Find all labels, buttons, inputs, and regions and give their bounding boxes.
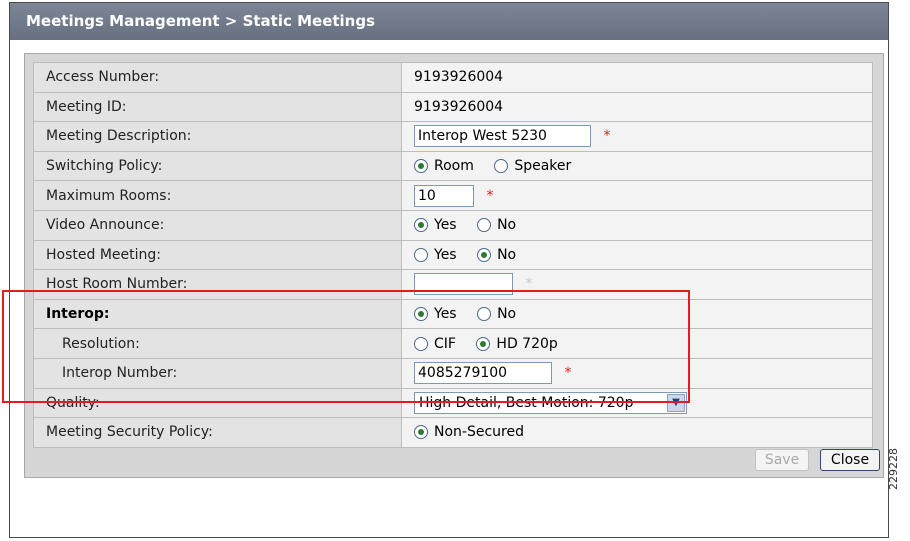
switching-policy-room-option[interactable]: Room <box>414 158 474 174</box>
interop-label: Interop: <box>33 298 402 330</box>
resolution-label: Resolution: <box>33 328 402 359</box>
meeting-id-value: 9193926004 <box>401 91 873 123</box>
meeting-security-policy-label: Meeting Security Policy: <box>33 417 402 448</box>
switching-policy-label: Switching Policy: <box>33 150 402 182</box>
access-number-label: Access Number: <box>33 62 402 93</box>
static-meetings-window: Meetings Management > Static Meetings Ac… <box>9 2 889 538</box>
radio-unselected-icon[interactable] <box>414 336 428 351</box>
meeting-description-input[interactable] <box>414 125 591 148</box>
quality-label: Quality: <box>33 387 402 419</box>
row-quality: Quality: High Detail, Best Motion: 720p … <box>33 387 873 419</box>
row-resolution: Resolution: CIF HD 720p <box>33 328 873 359</box>
row-interop-number: Interop Number: * <box>33 357 873 389</box>
chevron-down-icon[interactable]: ▼ <box>667 393 685 412</box>
resolution-cif-option[interactable]: CIF <box>414 336 456 352</box>
interop-yes-option[interactable]: Yes <box>414 306 457 322</box>
meeting-description-label: Meeting Description: <box>33 121 402 152</box>
row-hosted-meeting: Hosted Meeting: Yes No <box>33 239 873 271</box>
radio-unselected-icon[interactable] <box>477 307 492 322</box>
meeting-form-table: Access Number: 9193926004 Meeting ID: 91… <box>33 62 873 448</box>
radio-unselected-icon[interactable] <box>494 159 509 174</box>
required-marker: * <box>603 128 611 145</box>
row-maximum-rooms: Maximum Rooms: * <box>33 180 873 211</box>
radio-selected-icon[interactable] <box>477 247 492 262</box>
meeting-form-panel: Access Number: 9193926004 Meeting ID: 91… <box>24 53 884 478</box>
row-meeting-id: Meeting ID: 9193926004 <box>33 91 873 123</box>
video-announce-no-option[interactable]: No <box>477 217 516 233</box>
host-room-number-input[interactable] <box>414 273 513 296</box>
save-button[interactable]: Save <box>755 449 809 471</box>
required-marker: * <box>486 187 494 204</box>
quality-selected-value: High Detail, Best Motion: 720p <box>419 394 634 411</box>
breadcrumb: Meetings Management > Static Meetings <box>10 3 888 40</box>
hosted-meeting-no-option[interactable]: No <box>477 247 516 263</box>
host-room-number-label: Host Room Number: <box>33 269 402 300</box>
video-announce-yes-option[interactable]: Yes <box>414 217 457 233</box>
radio-selected-icon[interactable] <box>476 336 491 351</box>
hosted-meeting-yes-option[interactable]: Yes <box>414 247 457 263</box>
interop-number-label: Interop Number: <box>33 357 402 389</box>
quality-select[interactable]: High Detail, Best Motion: 720p ▼ <box>414 391 687 414</box>
radio-unselected-icon[interactable] <box>477 218 492 233</box>
required-marker-disabled: * <box>525 276 533 293</box>
close-button[interactable]: Close <box>820 449 880 471</box>
access-number-value: 9193926004 <box>401 62 873 93</box>
row-interop: Interop: Yes No <box>33 298 873 330</box>
radio-selected-icon[interactable] <box>414 218 428 233</box>
row-switching-policy: Switching Policy: Room Speaker <box>33 150 873 182</box>
interop-number-input[interactable] <box>414 362 552 385</box>
row-meeting-security-policy: Meeting Security Policy: Non-Secured <box>33 417 873 448</box>
security-non-secured-option[interactable]: Non-Secured <box>414 424 524 440</box>
row-video-announce: Video Announce: Yes No <box>33 209 873 241</box>
row-host-room-number: Host Room Number: * <box>33 269 873 300</box>
video-announce-label: Video Announce: <box>33 209 402 241</box>
meeting-id-label: Meeting ID: <box>33 91 402 123</box>
maximum-rooms-label: Maximum Rooms: <box>33 180 402 211</box>
row-access-number: Access Number: 9193926004 <box>33 62 873 93</box>
resolution-hd720p-option[interactable]: HD 720p <box>476 336 558 352</box>
row-meeting-description: Meeting Description: * <box>33 121 873 152</box>
radio-selected-icon[interactable] <box>414 425 428 440</box>
maximum-rooms-input[interactable] <box>414 184 474 207</box>
required-marker: * <box>564 365 572 382</box>
radio-selected-icon[interactable] <box>414 159 428 174</box>
radio-selected-icon[interactable] <box>414 307 428 322</box>
switching-policy-speaker-option[interactable]: Speaker <box>494 158 571 174</box>
interop-no-option[interactable]: No <box>477 306 516 322</box>
hosted-meeting-label: Hosted Meeting: <box>33 239 402 271</box>
radio-unselected-icon[interactable] <box>414 247 428 262</box>
figure-number: 229228 <box>887 448 900 490</box>
